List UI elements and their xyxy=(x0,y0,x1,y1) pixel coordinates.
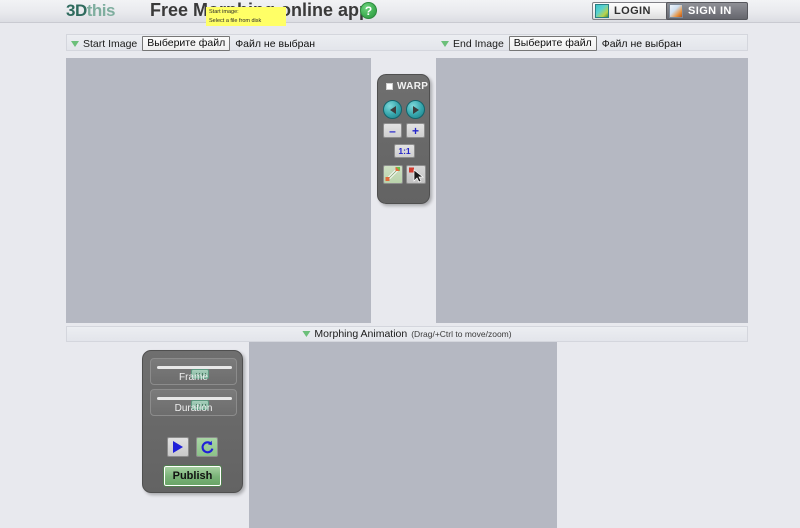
pen-line-icon xyxy=(385,166,401,182)
warp-select-tool-button[interactable] xyxy=(406,165,426,184)
play-triangle-icon xyxy=(173,441,183,453)
start-image-file-status: Файл не выбран xyxy=(235,37,316,50)
morphing-animation-header: Morphing Animation (Drag/+Ctrl to move/z… xyxy=(302,327,512,341)
warp-next-button[interactable] xyxy=(406,100,425,119)
cursor-arrow-icon xyxy=(409,167,425,183)
animation-control-panel: Frame Duration Publish xyxy=(142,350,243,493)
duration-slider[interactable]: Duration xyxy=(150,389,237,416)
logo-text-secondary: this xyxy=(86,1,116,20)
loop-button[interactable] xyxy=(196,437,218,457)
morphing-animation-hint: (Drag/+Ctrl to move/zoom) xyxy=(411,329,512,339)
tooltip-line-2: Select a file from disk xyxy=(209,17,262,24)
login-button-label: LOGIN xyxy=(614,5,651,17)
page-header: 3Dthis Free Morphing online app ? Start … xyxy=(0,0,800,26)
end-image-file-status: Файл не выбран xyxy=(601,37,682,50)
end-image-file-group: End Image Выберите файл Файл не выбран xyxy=(441,36,682,51)
help-icon[interactable]: ? xyxy=(360,2,377,19)
morphing-animation-label: Morphing Animation xyxy=(314,328,408,340)
logo-text-primary: 3D xyxy=(66,1,87,20)
start-image-tooltip: Start image: Select a file from disk xyxy=(206,7,286,26)
warp-zoom-out-button[interactable]: – xyxy=(383,123,402,138)
warp-tool-panel: WARP – + 1:1 xyxy=(377,74,430,204)
login-user-icon xyxy=(595,4,609,18)
start-image-file-group: Start Image Выберите файл Файл не выбран xyxy=(71,36,315,51)
frame-slider-label: Frame xyxy=(179,372,208,383)
end-image-canvas[interactable] xyxy=(436,58,748,323)
morphing-animation-bar: Morphing Animation (Drag/+Ctrl to move/z… xyxy=(66,326,748,342)
tooltip-line-1: Start image: xyxy=(209,9,239,15)
signin-button[interactable]: SIGN IN xyxy=(666,2,748,20)
collapse-triangle-icon[interactable] xyxy=(302,331,311,337)
signin-register-icon xyxy=(669,4,683,18)
arrow-left-icon xyxy=(389,105,396,114)
warp-previous-button[interactable] xyxy=(383,100,402,119)
end-image-choose-button[interactable]: Выберите файл xyxy=(508,36,597,51)
warp-zoom-in-button[interactable]: + xyxy=(406,123,425,138)
warp-enable-checkbox[interactable] xyxy=(386,83,393,90)
app-root: 3Dthis Free Morphing online app ? Start … xyxy=(0,0,800,528)
end-image-label: End Image xyxy=(453,37,504,50)
arrow-right-icon xyxy=(412,105,419,114)
warp-pen-tool-button[interactable] xyxy=(383,165,403,184)
warp-actual-size-button[interactable]: 1:1 xyxy=(394,144,415,158)
publish-button[interactable]: Publish xyxy=(163,465,222,487)
duration-slider-label: Duration xyxy=(174,403,213,414)
login-button[interactable]: LOGIN xyxy=(592,2,670,20)
frame-slider-track[interactable] xyxy=(157,366,232,379)
warp-panel-title: WARP xyxy=(397,81,429,92)
start-image-choose-button[interactable]: Выберите файл xyxy=(142,36,231,51)
start-image-label: Start Image xyxy=(83,37,138,50)
collapse-triangle-icon[interactable] xyxy=(441,40,449,47)
warp-panel-header: WARP xyxy=(386,81,428,92)
collapse-triangle-icon[interactable] xyxy=(71,40,79,47)
duration-slider-track[interactable] xyxy=(157,397,232,410)
signin-button-label: SIGN IN xyxy=(688,5,732,17)
play-button[interactable] xyxy=(167,437,189,457)
animation-preview-canvas[interactable] xyxy=(249,342,557,528)
file-selection-bar: Start Image Выберите файл Файл не выбран… xyxy=(66,34,748,51)
start-image-canvas[interactable] xyxy=(66,58,371,323)
frame-slider[interactable]: Frame xyxy=(150,358,237,385)
site-logo[interactable]: 3Dthis xyxy=(66,1,115,21)
loop-refresh-icon xyxy=(201,440,213,453)
